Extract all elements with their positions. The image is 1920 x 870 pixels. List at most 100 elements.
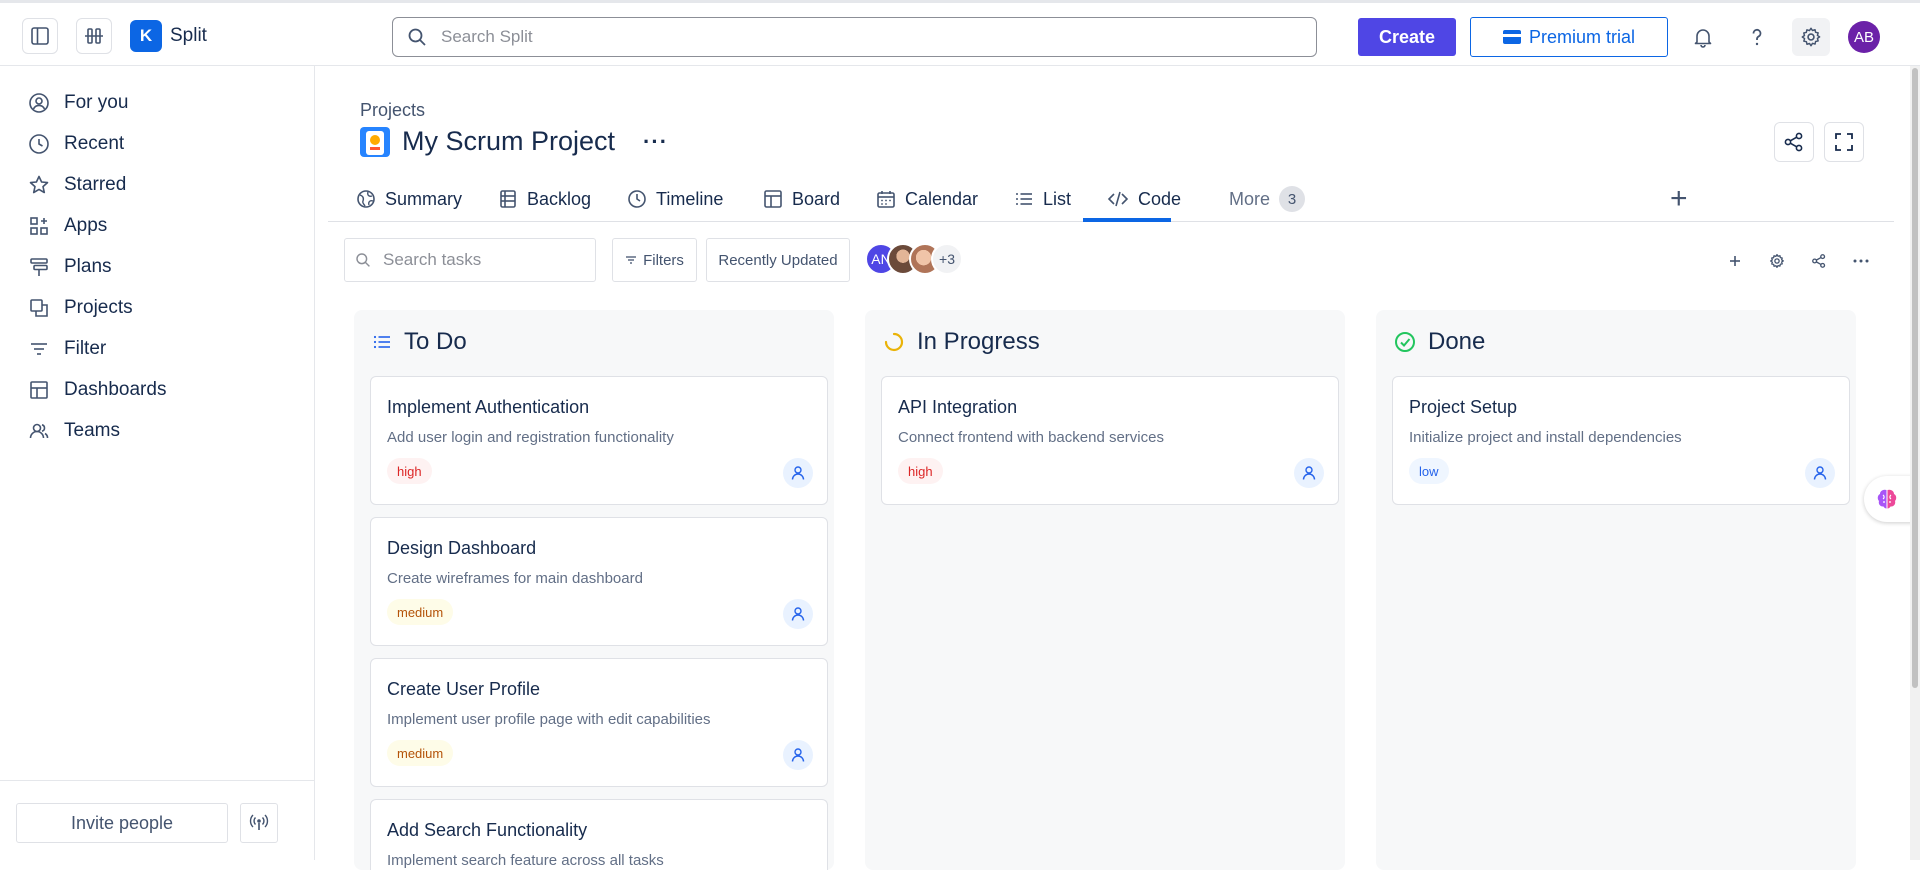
sidebar-item-teams[interactable]: Teams	[0, 410, 314, 451]
assignee-button[interactable]	[1805, 458, 1835, 488]
sidebar-item-label: Filter	[64, 337, 107, 359]
task-description: Connect frontend with backend services	[898, 429, 1164, 446]
tab-list[interactable]: List	[1014, 176, 1071, 222]
in-progress-icon	[884, 332, 904, 352]
filters-button[interactable]: Filters	[612, 238, 697, 282]
star-icon	[29, 175, 49, 193]
task-search-input[interactable]	[383, 250, 583, 270]
assignee-button[interactable]	[1294, 458, 1324, 488]
user-icon	[1302, 466, 1316, 480]
check-circle-icon	[1395, 332, 1415, 352]
task-card[interactable]: Add Search Functionality Implement searc…	[370, 799, 828, 870]
user-icon	[791, 607, 805, 621]
add-column-button[interactable]	[1724, 250, 1746, 272]
tab-label: Code	[1138, 188, 1182, 209]
sidebar-item-recent[interactable]: Recent	[0, 123, 314, 164]
task-card[interactable]: API Integration Connect frontend with ba…	[881, 376, 1339, 505]
tab-summary[interactable]: Summary	[356, 176, 462, 222]
premium-trial-label: Premium trial	[1528, 26, 1635, 47]
sidebar-item-dashboards[interactable]: Dashboards	[0, 369, 314, 410]
global-search-input[interactable]	[441, 27, 1241, 47]
column-todo: To Do Implement Authentication Add user …	[354, 310, 834, 870]
gear-icon	[1801, 27, 1821, 47]
app-switcher-button[interactable]	[76, 18, 112, 54]
task-title: Design Dashboard	[387, 538, 537, 558]
tab-label: Calendar	[905, 188, 979, 209]
settings-button[interactable]	[1792, 18, 1830, 56]
assignee-button[interactable]	[783, 740, 813, 770]
task-card[interactable]: Design Dashboard Create wireframes for m…	[370, 517, 828, 646]
gear-icon	[1770, 254, 1784, 268]
sidebar-item-label: Dashboards	[64, 378, 167, 400]
sidebar-toggle-button[interactable]	[22, 18, 58, 54]
tab-label: Timeline	[656, 188, 724, 209]
task-card[interactable]: Project Setup Initialize project and ins…	[1392, 376, 1850, 505]
page-scrollbar[interactable]	[1910, 66, 1920, 860]
column-title: To Do	[404, 328, 467, 355]
filters-label: Filters	[643, 251, 684, 269]
priority-badge: high	[898, 458, 943, 484]
task-title: Add Search Functionality	[387, 820, 588, 840]
assignee-button[interactable]	[783, 458, 813, 488]
tab-backlog[interactable]: Backlog	[498, 176, 591, 222]
task-search[interactable]	[344, 238, 596, 282]
broadcast-button[interactable]	[240, 803, 278, 843]
user-icon	[1813, 466, 1827, 480]
column-title: In Progress	[917, 328, 1040, 355]
fullscreen-icon	[1835, 133, 1853, 151]
scrollbar-thumb[interactable]	[1912, 68, 1918, 688]
tab-calendar[interactable]: Calendar	[876, 176, 978, 222]
task-title: Implement Authentication	[387, 397, 590, 417]
sidebar-item-label: Recent	[64, 132, 125, 154]
more-members-badge[interactable]: +3	[931, 243, 963, 275]
help-button[interactable]	[1738, 18, 1776, 56]
premium-trial-button[interactable]: Premium trial	[1470, 17, 1668, 57]
sidebar-item-projects[interactable]: Projects	[0, 287, 314, 328]
sidebar-item-label: Starred	[64, 173, 127, 195]
share-button[interactable]	[1774, 122, 1814, 162]
dashboard-icon	[30, 380, 48, 399]
sidebar-item-starred[interactable]: Starred	[0, 164, 314, 205]
global-search[interactable]	[392, 17, 1317, 57]
active-tab-indicator	[1083, 218, 1171, 222]
board-settings-button[interactable]	[1766, 250, 1788, 272]
tab-code[interactable]: Code	[1107, 176, 1181, 222]
logo-badge-icon: K	[130, 20, 162, 52]
project-header: My Scrum Project ···	[360, 126, 668, 157]
breadcrumb[interactable]: Projects	[360, 100, 425, 121]
add-tab-button[interactable]: +	[1670, 176, 1688, 222]
app-switcher-icon	[85, 28, 103, 44]
tab-timeline[interactable]: Timeline	[627, 176, 723, 222]
code-icon	[1107, 191, 1129, 207]
tab-more[interactable]: More 3	[1229, 176, 1306, 222]
app-logo[interactable]: K Split	[130, 20, 207, 52]
fullscreen-button[interactable]	[1824, 122, 1864, 162]
search-icon	[408, 28, 426, 46]
column-in-progress: In Progress API Integration Connect fron…	[865, 310, 1345, 870]
project-more-button[interactable]: ···	[643, 129, 668, 155]
plus-icon	[1730, 256, 1740, 266]
priority-badge: medium	[387, 740, 454, 766]
task-card[interactable]: Implement Authentication Add user login …	[370, 376, 828, 505]
create-button[interactable]: Create	[1358, 18, 1456, 56]
board-share-button[interactable]	[1808, 250, 1830, 272]
sidebar-item-filter[interactable]: Filter	[0, 328, 314, 369]
sidebar-footer: Invite people	[0, 780, 314, 860]
board-more-button[interactable]	[1850, 250, 1872, 272]
sidebar-item-label: For you	[64, 91, 129, 113]
invite-people-button[interactable]: Invite people	[16, 803, 228, 843]
assignee-button[interactable]	[783, 599, 813, 629]
sort-button[interactable]: Recently Updated	[706, 238, 850, 282]
task-title: Project Setup	[1409, 397, 1518, 417]
task-description: Add user login and registration function…	[387, 429, 674, 446]
column-header: To Do	[372, 328, 467, 356]
sidebar-item-for-you[interactable]: For you	[0, 82, 314, 123]
tab-board[interactable]: Board	[763, 176, 840, 222]
list-icon	[373, 335, 390, 349]
sidebar-item-apps[interactable]: Apps	[0, 205, 314, 246]
user-avatar[interactable]: AB	[1848, 21, 1880, 53]
notifications-button[interactable]	[1684, 18, 1722, 56]
tab-label: Board	[792, 188, 841, 209]
task-card[interactable]: Create User Profile Implement user profi…	[370, 658, 828, 787]
sidebar-item-plans[interactable]: Plans	[0, 246, 314, 287]
